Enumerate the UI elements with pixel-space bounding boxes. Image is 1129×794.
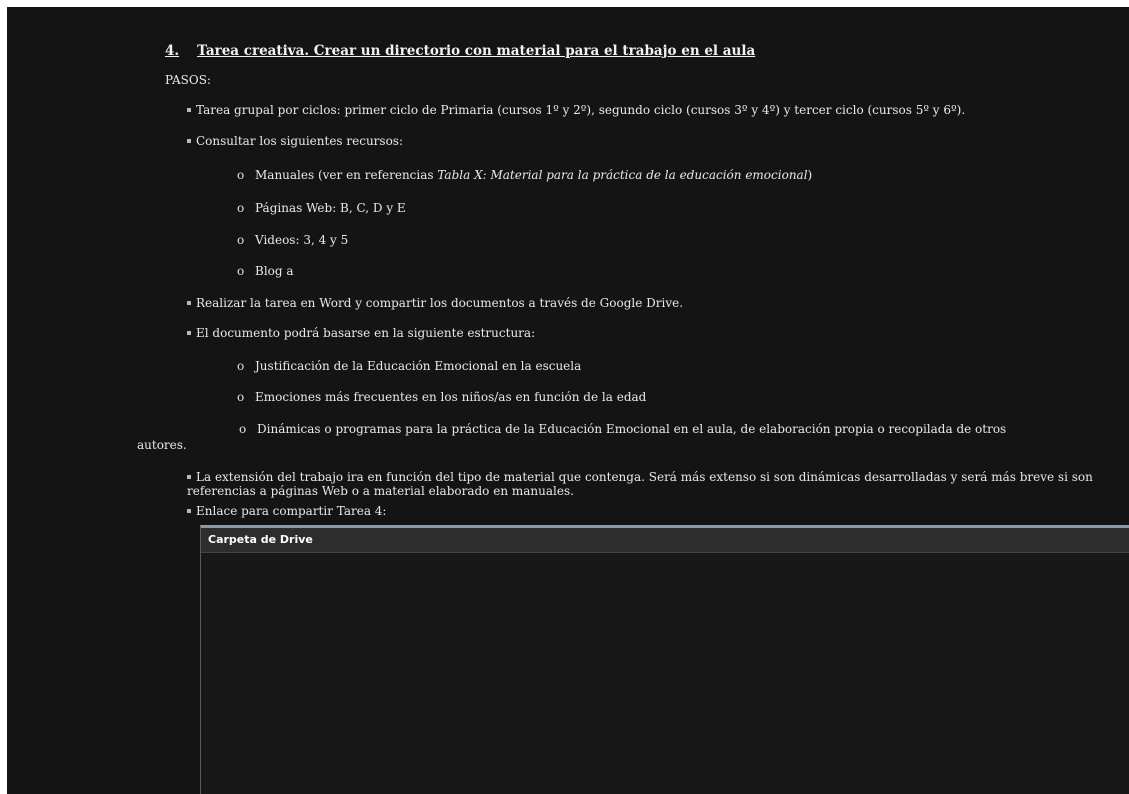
circle-bullet-icon: o <box>237 201 245 215</box>
section-number: 4. <box>165 43 180 59</box>
circle-bullet-icon: o <box>237 264 245 278</box>
sub-list-item: o Blog a <box>237 264 294 278</box>
circle-bullet-icon: o <box>237 359 245 373</box>
list-item: Realizar la tarea en Word y compartir lo… <box>187 296 683 310</box>
list-item: Consultar los siguientes recursos: <box>187 134 403 148</box>
list-item: La extensión del trabajo ira en función … <box>187 470 1093 498</box>
sub-list-item: o Manuales (ver en referencias Tabla X: M… <box>237 168 813 182</box>
circle-bullet-icon: o <box>237 168 245 182</box>
sub-list-item: o Dinámicas o programas para la práctica … <box>239 422 1007 436</box>
drive-folder-embed[interactable]: Carpeta de Drive <box>200 525 1129 794</box>
section-heading: 4. Tarea creativa. Crear un directorio co… <box>165 43 755 59</box>
sub-list-item: o Videos: 3, 4 y 5 <box>237 233 349 247</box>
pasos-label: PASOS: <box>165 73 211 87</box>
circle-bullet-icon: o <box>239 422 247 436</box>
square-bullet-icon <box>187 508 191 513</box>
list-item: El documento podrá basarse en la siguien… <box>187 326 535 340</box>
section-title: Tarea creativa. Crear un directorio con … <box>197 43 756 59</box>
sub-list-item-continuation: autores. <box>137 438 187 452</box>
sub-list-item: o Emociones más frecuentes en los niños/a… <box>237 390 647 404</box>
square-bullet-icon <box>187 330 191 335</box>
square-bullet-icon <box>187 474 191 479</box>
drive-panel-header: Carpeta de Drive <box>201 528 1129 553</box>
list-item: Tarea grupal por ciclos: primer ciclo de… <box>187 103 965 117</box>
reference-italic: Tabla X: Material para la práctica de la… <box>437 168 808 182</box>
circle-bullet-icon: o <box>237 390 245 404</box>
sub-list-item: o Justificación de la Educación Emocional… <box>237 359 582 373</box>
square-bullet-icon <box>187 138 191 143</box>
drive-panel-title: Carpeta de Drive <box>208 533 313 546</box>
square-bullet-icon <box>187 300 191 305</box>
square-bullet-icon <box>187 107 191 112</box>
sub-list-item: o Páginas Web: B, C, D y E <box>237 201 406 215</box>
document-page: 4. Tarea creativa. Crear un directorio co… <box>7 7 1129 794</box>
circle-bullet-icon: o <box>237 233 245 247</box>
list-item: Enlace para compartir Tarea 4: <box>187 504 386 518</box>
